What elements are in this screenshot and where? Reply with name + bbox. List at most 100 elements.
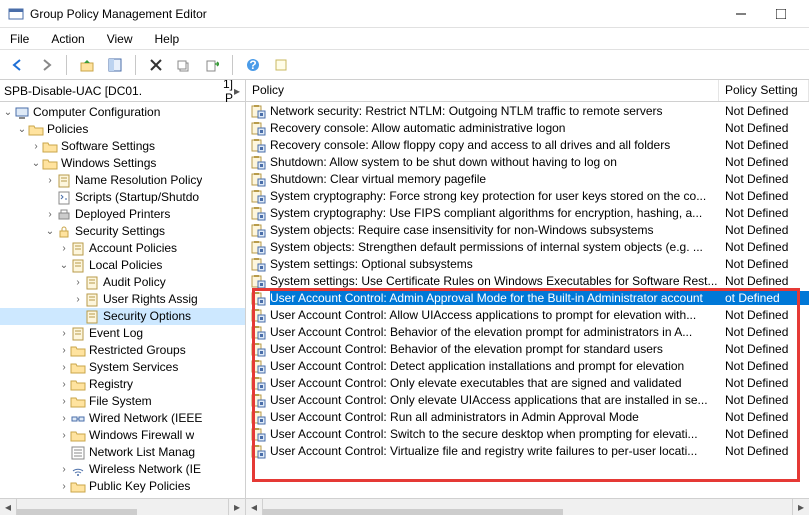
policy-row[interactable]: Network security: Restrict NTLM: Outgoin… [246, 102, 809, 119]
list-scroll-thumb[interactable] [263, 509, 563, 515]
tree-node[interactable]: ⌄Computer Configuration [0, 104, 245, 121]
expand-icon[interactable]: › [30, 138, 42, 155]
tree-header[interactable]: SPB-Disable-UAC [DC01. 1] P ▸ [0, 80, 245, 102]
menu-file[interactable]: File [6, 30, 33, 48]
policy-row[interactable]: User Account Control: Detect application… [246, 357, 809, 374]
expand-icon[interactable]: › [58, 410, 70, 427]
policy-row[interactable]: User Account Control: Only elevate execu… [246, 374, 809, 391]
policy-setting: Not Defined [725, 189, 809, 203]
tree-node[interactable]: ›Deployed Printers [0, 206, 245, 223]
show-hide-tree-button[interactable] [103, 53, 127, 77]
policy-row[interactable]: User Account Control: Behavior of the el… [246, 340, 809, 357]
maximize-button[interactable] [761, 1, 801, 27]
expand-icon[interactable]: › [58, 376, 70, 393]
tree-node[interactable]: ›Windows Firewall w [0, 427, 245, 444]
policy-row[interactable]: System settings: Optional subsystemsNot … [246, 255, 809, 272]
tree-node[interactable]: ›Account Policies [0, 240, 245, 257]
policy-row[interactable]: System cryptography: Use FIPS compliant … [246, 204, 809, 221]
tree-node[interactable]: ›Event Log [0, 325, 245, 342]
list-scroll-right-icon[interactable]: ▸ [792, 499, 809, 515]
col-setting[interactable]: Policy Setting [719, 80, 809, 101]
forward-button[interactable] [34, 53, 58, 77]
expand-icon[interactable]: › [58, 240, 70, 257]
expand-icon[interactable]: › [58, 393, 70, 410]
minimize-button[interactable] [721, 1, 761, 27]
expand-icon[interactable]: › [58, 359, 70, 376]
expand-icon[interactable]: › [72, 274, 84, 291]
policy-label: User Account Control: Admin Approval Mod… [270, 291, 725, 305]
tree-node[interactable]: ⌄Local Policies [0, 257, 245, 274]
policy-setting: Not Defined [725, 376, 809, 390]
scroll-left-icon[interactable]: ◂ [0, 499, 17, 515]
col-policy[interactable]: Policy [246, 80, 719, 101]
menu-help[interactable]: Help [151, 30, 184, 48]
menu-view[interactable]: View [103, 30, 137, 48]
list-hscroll[interactable]: ◂ ▸ [246, 498, 809, 515]
expand-icon[interactable]: ⌄ [16, 121, 28, 138]
expand-icon[interactable]: › [44, 172, 56, 189]
expand-icon[interactable]: › [72, 291, 84, 308]
expand-icon[interactable]: ⌄ [44, 223, 56, 240]
list-scroll-left-icon[interactable]: ◂ [246, 499, 263, 515]
tree-node[interactable]: ›Wired Network (IEEE [0, 410, 245, 427]
policy-label: User Account Control: Behavior of the el… [270, 342, 725, 356]
policy-icon [250, 409, 266, 425]
policy-row[interactable]: System cryptography: Force strong key pr… [246, 187, 809, 204]
policy-label: System cryptography: Force strong key pr… [270, 189, 725, 203]
menu-action[interactable]: Action [47, 30, 88, 48]
policy-row[interactable]: User Account Control: Allow UIAccess app… [246, 306, 809, 323]
policy-row[interactable]: Shutdown: Allow system to be shut down w… [246, 153, 809, 170]
policy-row[interactable]: User Account Control: Admin Approval Mod… [246, 289, 809, 306]
policy-row[interactable]: System settings: Use Certificate Rules o… [246, 272, 809, 289]
tree-node[interactable]: ›Restricted Groups [0, 342, 245, 359]
tree[interactable]: ⌄Computer Configuration⌄Policies›Softwar… [0, 102, 245, 495]
policy-row[interactable]: User Account Control: Run all administra… [246, 408, 809, 425]
expand-icon[interactable]: ⌄ [2, 104, 14, 121]
policy-row[interactable]: System objects: Strengthen default permi… [246, 238, 809, 255]
tree-node[interactable]: Security Options [0, 308, 245, 325]
expand-icon[interactable]: › [58, 427, 70, 444]
back-button[interactable] [6, 53, 30, 77]
policy-row[interactable]: User Account Control: Switch to the secu… [246, 425, 809, 442]
expand-icon[interactable]: › [58, 325, 70, 342]
tree-node[interactable]: ›File System [0, 393, 245, 410]
tree-node[interactable]: ›Public Key Policies [0, 478, 245, 495]
tree-node[interactable]: ›Name Resolution Policy [0, 172, 245, 189]
scroll-right-icon[interactable]: ▸ [228, 499, 245, 515]
expand-icon[interactable]: › [44, 206, 56, 223]
refresh-button[interactable] [269, 53, 293, 77]
tree-node[interactable]: ⌄Security Settings [0, 223, 245, 240]
delete-button[interactable] [144, 53, 168, 77]
policy-row[interactable]: Shutdown: Clear virtual memory pagefileN… [246, 170, 809, 187]
tree-node[interactable]: ⌄Windows Settings [0, 155, 245, 172]
list-header: Policy Policy Setting [246, 80, 809, 102]
policy-row[interactable]: User Account Control: Virtualize file an… [246, 442, 809, 459]
expand-icon[interactable]: › [58, 478, 70, 495]
policy-row[interactable]: User Account Control: Behavior of the el… [246, 323, 809, 340]
tree-node[interactable]: ›User Rights Assig [0, 291, 245, 308]
expand-icon[interactable]: › [58, 342, 70, 359]
policy-row[interactable]: Recovery console: Allow automatic admini… [246, 119, 809, 136]
expand-icon[interactable]: ⌄ [30, 155, 42, 172]
tree-node[interactable]: ›Registry [0, 376, 245, 393]
policy-row[interactable]: User Account Control: Only elevate UIAcc… [246, 391, 809, 408]
expand-icon[interactable]: › [58, 461, 70, 478]
expand-icon[interactable]: ⌄ [58, 257, 70, 274]
policy-row[interactable]: Recovery console: Allow floppy copy and … [246, 136, 809, 153]
tree-node[interactable]: ›Software Settings [0, 138, 245, 155]
tree-node[interactable]: Scripts (Startup/Shutdo [0, 189, 245, 206]
scroll-thumb[interactable] [17, 509, 137, 515]
tree-node[interactable]: ›Wireless Network (IE [0, 461, 245, 478]
list-body[interactable]: Network security: Restrict NTLM: Outgoin… [246, 102, 809, 498]
export-button[interactable] [200, 53, 224, 77]
policy-row[interactable]: System objects: Require case insensitivi… [246, 221, 809, 238]
tree-node[interactable]: ›Audit Policy [0, 274, 245, 291]
tree-node[interactable]: Network List Manag [0, 444, 245, 461]
tree-node[interactable]: ⌄Policies [0, 121, 245, 138]
toolbar: ? [0, 50, 809, 80]
up-button[interactable] [75, 53, 99, 77]
tree-node[interactable]: ›System Services [0, 359, 245, 376]
properties-button[interactable] [172, 53, 196, 77]
help-button[interactable]: ? [241, 53, 265, 77]
tree-hscroll[interactable]: ◂ ▸ [0, 498, 245, 515]
